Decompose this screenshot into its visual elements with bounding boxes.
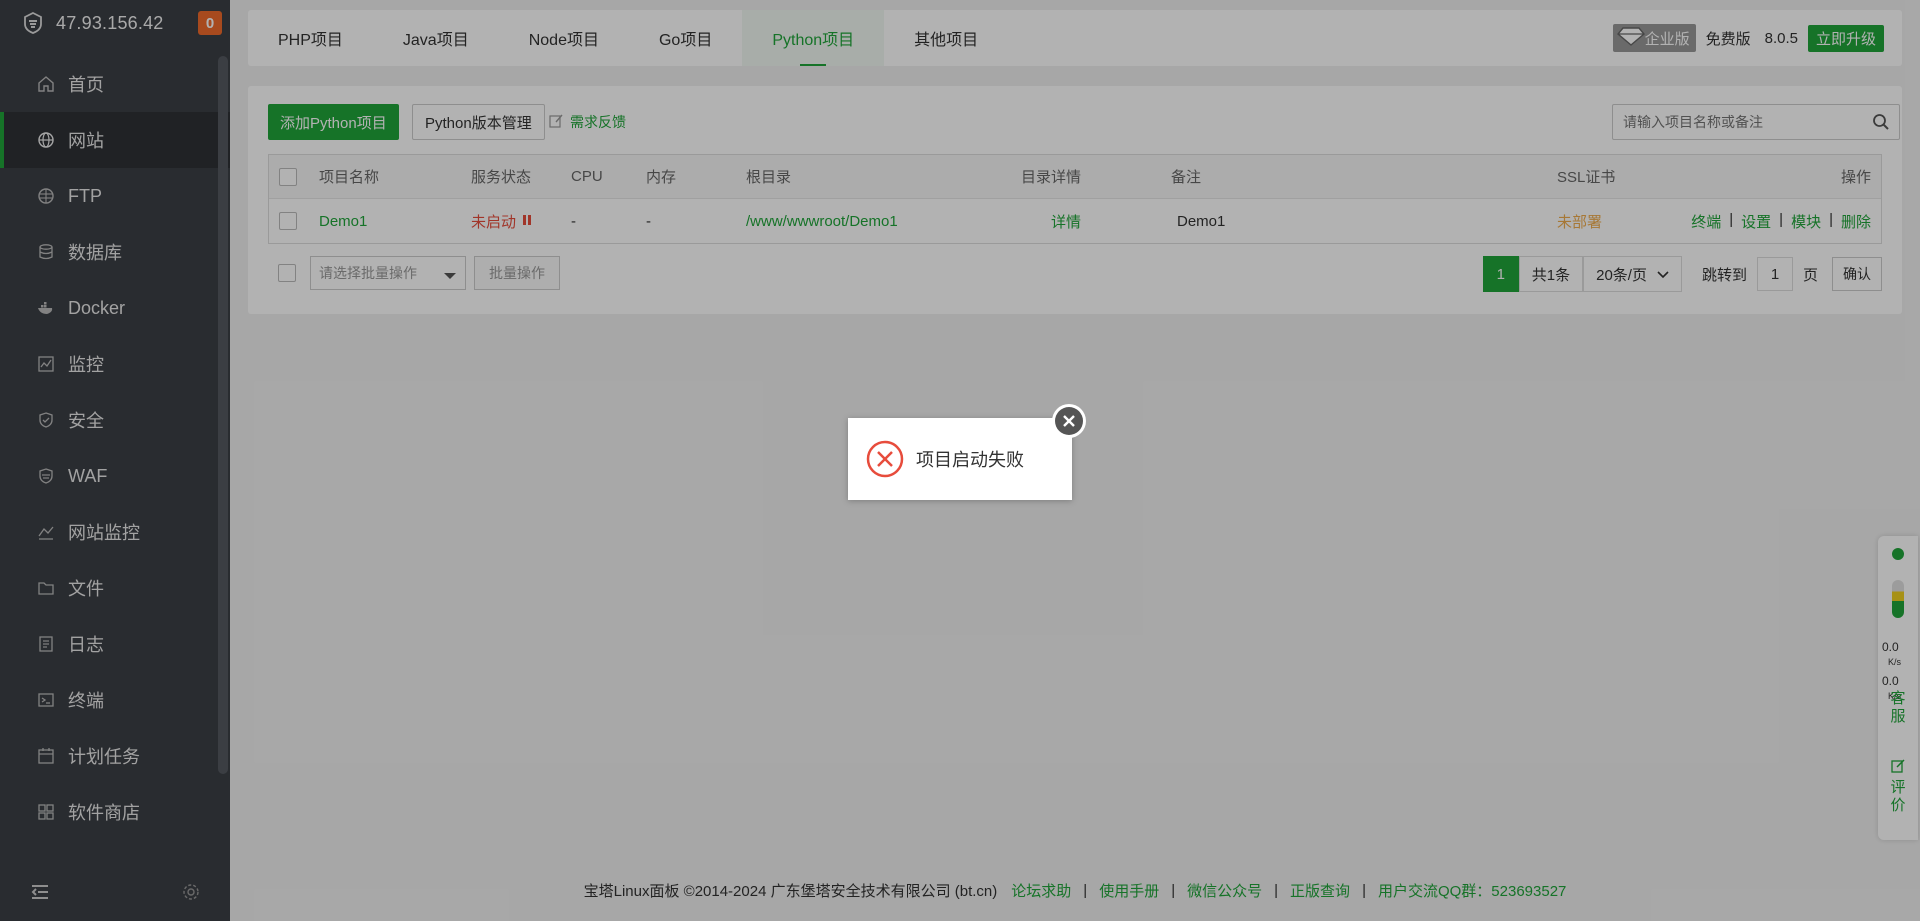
error-message: 项目启动失败: [916, 450, 1024, 470]
error-x-icon: [866, 440, 904, 478]
close-icon: [1055, 407, 1083, 435]
dialog-close-button[interactable]: [1052, 404, 1086, 438]
error-dialog: 项目启动失败: [848, 418, 1072, 500]
